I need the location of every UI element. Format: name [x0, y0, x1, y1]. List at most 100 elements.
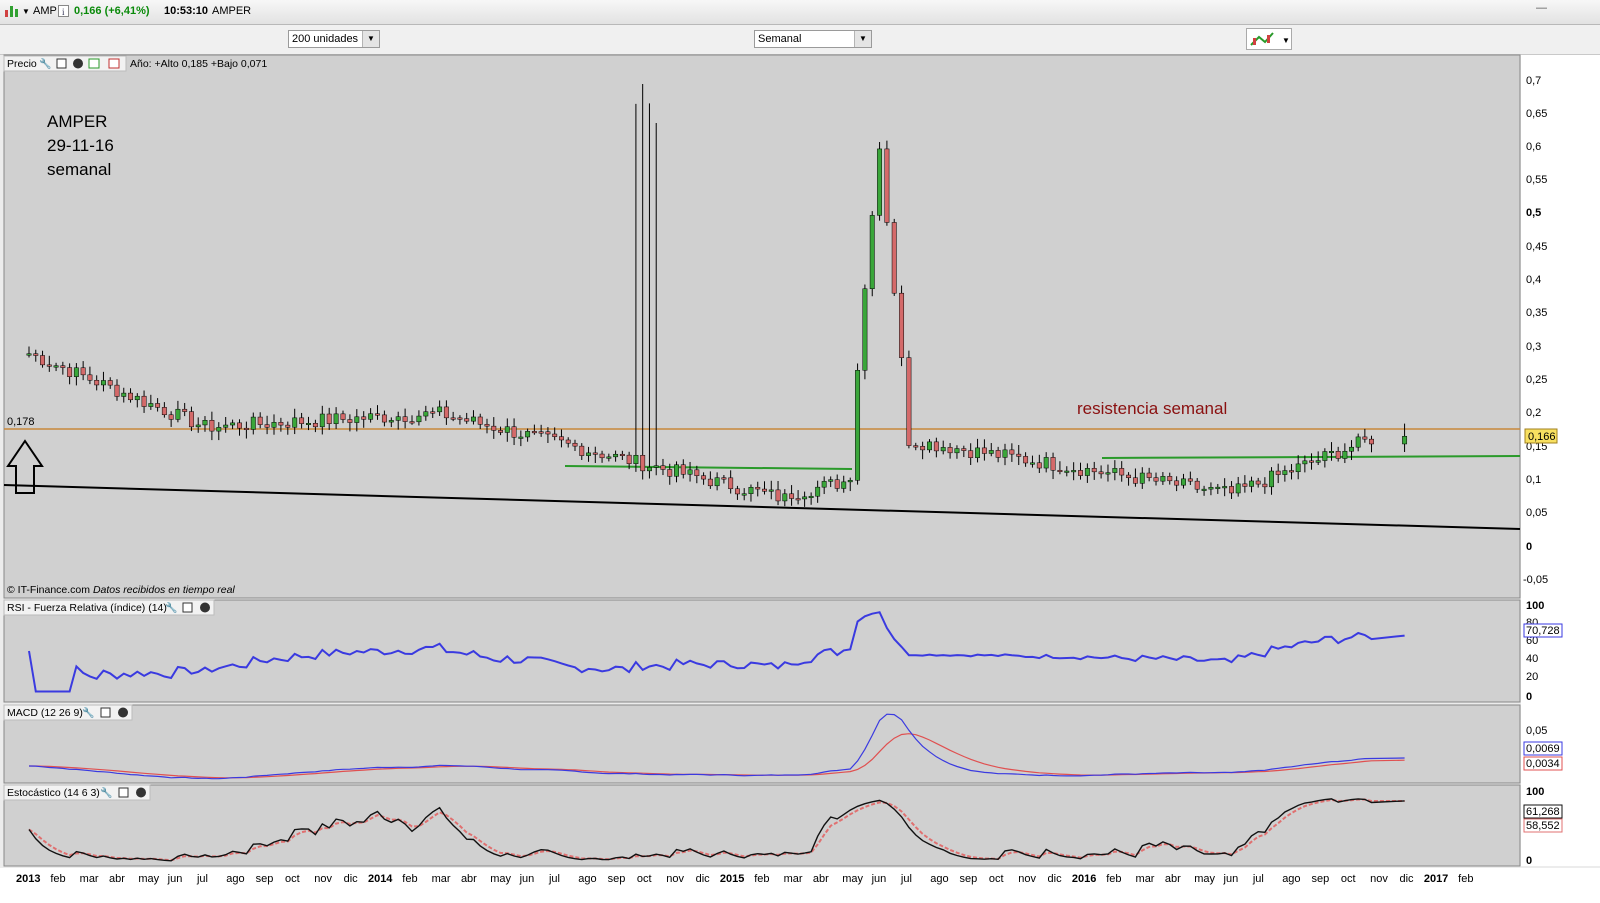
close-icon[interactable] — [200, 602, 210, 613]
candle-down — [67, 367, 73, 377]
price-stats: Año: +Alto 0,185 +Bajo 0,071 — [130, 58, 267, 70]
chevron-down-icon[interactable]: ▼ — [854, 31, 871, 47]
chart-toolbar: 200 unidades ▼ Semanal ▼ ▼ — [0, 25, 1600, 55]
y-tick-0: 0 — [1526, 541, 1532, 553]
candle-down — [775, 489, 781, 502]
candle-down — [243, 427, 249, 430]
wrench-icon[interactable]: 🔧 — [39, 57, 51, 70]
chart-app-icon[interactable] — [4, 4, 20, 21]
wrench-icon[interactable]: 🔧 — [165, 601, 177, 614]
x-tick-label: mar — [80, 873, 99, 885]
candle-down — [592, 452, 598, 455]
candle-down — [755, 487, 761, 490]
candle-down — [913, 445, 919, 448]
x-tick-label: abr — [813, 873, 829, 885]
candle-up — [613, 453, 619, 458]
candle-up — [1201, 488, 1207, 491]
candle-up — [877, 148, 883, 216]
chevron-down-icon[interactable]: ▼ — [22, 7, 30, 16]
candle-up — [250, 416, 256, 430]
x-tick-label: feb — [1106, 873, 1121, 885]
x-tick-label: mar — [432, 873, 451, 885]
candle-down — [60, 365, 66, 368]
close-icon[interactable] — [136, 787, 146, 798]
candle-down — [457, 417, 463, 420]
x-tick-label: abr — [109, 873, 125, 885]
candle-up — [202, 420, 208, 426]
x-tick-label: sep — [1312, 873, 1330, 885]
y-tick-0-7: 0,7 — [1526, 75, 1541, 87]
chevron-down-icon[interactable]: ▼ — [362, 31, 379, 47]
price-panel — [3, 54, 1521, 599]
x-tick-label: abr — [1165, 873, 1181, 885]
resistance-level-label: 0,178 — [7, 416, 35, 428]
window-icon[interactable] — [182, 602, 193, 613]
window-icon[interactable] — [118, 787, 129, 798]
units-select[interactable]: 200 unidades ▼ — [288, 30, 380, 48]
remove-panel-icon[interactable] — [108, 58, 120, 69]
candle-up — [1002, 449, 1008, 458]
period-select[interactable]: Semanal ▼ — [754, 30, 872, 48]
close-icon[interactable] — [118, 707, 128, 718]
candle-down — [1369, 438, 1374, 445]
candle-up — [828, 479, 834, 482]
candle-down — [947, 447, 953, 454]
close-icon[interactable] — [73, 58, 83, 69]
annotation-line-1: AMPER — [47, 112, 107, 131]
window-icon[interactable] — [56, 58, 67, 69]
candle-up — [1402, 436, 1408, 445]
stoch-panel-header: Estocástico (14 6 3) 🔧 — [3, 784, 151, 801]
wrench-icon[interactable]: 🔧 — [82, 706, 94, 719]
x-tick-label: may — [1194, 873, 1215, 885]
x-tick-label: jun — [871, 873, 887, 885]
candle-down — [762, 488, 767, 492]
candle-up — [855, 370, 861, 481]
candle-up — [768, 489, 774, 492]
candle-up — [1295, 463, 1301, 473]
y-tick-0-05: 0,05 — [1526, 507, 1547, 519]
window-time: 10:53:10 — [164, 5, 209, 17]
period-select-value: Semanal — [758, 33, 802, 45]
x-tick-label: ago — [930, 873, 948, 885]
candle-down — [161, 407, 167, 416]
candle-down — [559, 436, 564, 441]
candle-up — [1208, 487, 1214, 490]
candle-down — [1132, 477, 1138, 484]
candle-up — [646, 467, 652, 472]
candle-up — [230, 422, 236, 426]
candle-up — [586, 452, 591, 456]
info-icon[interactable]: i — [58, 4, 70, 21]
wrench-icon[interactable]: 🔧 — [100, 786, 112, 799]
x-tick-label: abr — [461, 873, 477, 885]
candle-up — [354, 416, 360, 423]
y-tick-0-2: 0,2 — [1526, 407, 1541, 419]
candle-up — [388, 420, 394, 423]
minimize-button[interactable]: — — [1536, 2, 1547, 14]
x-tick-label: 2016 — [1072, 873, 1096, 885]
candle-down — [884, 148, 890, 223]
candle-down — [312, 423, 318, 428]
window-titlebar: ▼ AMP i 0,166 (+6,41%) 10:53:10 AMPER — — [0, 0, 1600, 25]
candle-down — [299, 417, 305, 424]
chart-style-button[interactable]: ▼ — [1246, 28, 1292, 50]
candle-down — [484, 424, 490, 427]
candle-down — [579, 445, 585, 456]
add-panel-icon[interactable] — [88, 58, 100, 69]
x-tick-label: jun — [167, 873, 183, 885]
candle-up — [1160, 476, 1166, 482]
candle-up — [1043, 457, 1049, 469]
x-tick-label: mar — [784, 873, 803, 885]
rsi-y-tick-20: 20 — [1526, 671, 1538, 683]
candle-down — [375, 413, 380, 416]
candle-up — [1342, 450, 1348, 459]
candle-down — [599, 453, 605, 459]
y-tick-0-35: 0,35 — [1526, 307, 1547, 319]
candle-down — [87, 374, 93, 381]
window-icon[interactable] — [100, 707, 111, 718]
x-tick-label: jun — [1223, 873, 1239, 885]
candle-down — [1016, 453, 1022, 457]
x-tick-label: may — [490, 873, 511, 885]
candle-up — [1084, 468, 1090, 476]
rsi-last-label: 70,728 — [1526, 625, 1560, 637]
candle-down — [981, 447, 987, 454]
